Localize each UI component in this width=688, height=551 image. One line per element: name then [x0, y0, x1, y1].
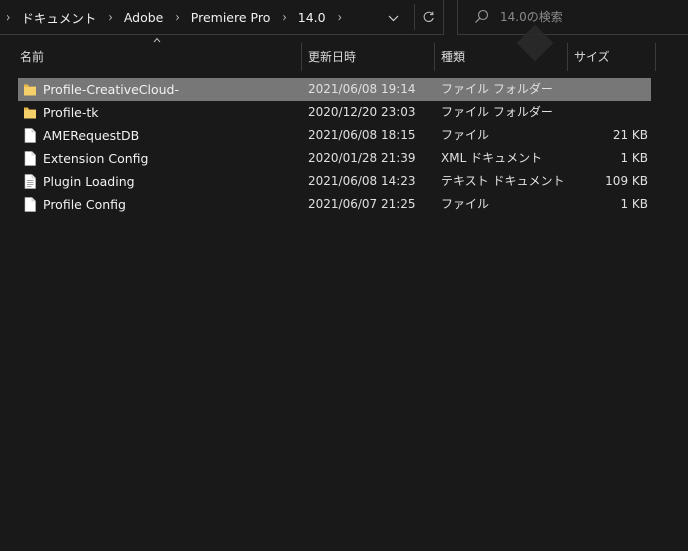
file-size: 21 KB	[612, 128, 648, 142]
breadcrumb: › ドキュメント › Adobe › Premiere Pro › 14.0 ›	[0, 0, 351, 34]
file-name: AMERequestDB	[43, 128, 140, 143]
file-name: Extension Config	[43, 151, 149, 166]
folder-icon	[24, 84, 36, 96]
file-type: ファイル フォルダー	[441, 105, 553, 119]
file-row[interactable]: Profile Config 2021/06/07 21:25 ファイル 1 K…	[18, 193, 651, 216]
search-box[interactable]	[457, 0, 688, 35]
refresh-icon	[423, 11, 434, 22]
column-divider[interactable]	[434, 43, 435, 71]
breadcrumb-documents[interactable]: ドキュメント	[19, 8, 98, 27]
file-name: Profile-tk	[43, 105, 99, 120]
file-icon	[24, 151, 36, 166]
file-date: 2021/06/08 19:14	[308, 82, 416, 96]
breadcrumb-premiere-pro[interactable]: Premiere Pro	[189, 10, 273, 25]
top-bar: › ドキュメント › Adobe › Premiere Pro › 14.0 ›	[0, 0, 688, 36]
file-row[interactable]: Plugin Loading 2021/06/08 14:23 テキスト ドキュ…	[18, 170, 651, 193]
search-icon	[475, 9, 489, 23]
search-input[interactable]	[500, 8, 670, 26]
address-bar[interactable]: › ドキュメント › Adobe › Premiere Pro › 14.0 ›	[0, 0, 444, 35]
chevron-right-icon[interactable]: ›	[165, 9, 188, 25]
file-name: Profile-CreativeCloud-	[43, 82, 179, 97]
column-size[interactable]: サイズ	[574, 41, 654, 71]
text-file-icon	[24, 174, 36, 189]
file-row[interactable]: Profile-tk 2020/12/20 23:03 ファイル フォルダー	[18, 101, 651, 124]
file-list: Profile-CreativeCloud- 2021/06/08 19:14 …	[18, 78, 651, 216]
folder-icon	[24, 107, 36, 119]
file-type: XML ドキュメント	[441, 151, 543, 165]
file-date: 2020/01/28 21:39	[308, 151, 416, 165]
file-date: 2021/06/08 14:23	[308, 174, 416, 188]
file-row[interactable]: Profile-CreativeCloud- 2021/06/08 19:14 …	[18, 78, 651, 101]
file-type: ファイル	[441, 128, 490, 142]
column-divider[interactable]	[567, 43, 568, 71]
refresh-button[interactable]	[414, 4, 442, 30]
chevron-right-icon[interactable]: ›	[272, 9, 295, 25]
column-size-label: サイズ	[574, 49, 610, 64]
file-type: テキスト ドキュメント	[441, 174, 565, 188]
column-name-label: 名前	[20, 49, 45, 64]
file-row[interactable]: AMERequestDB 2021/06/08 18:15 ファイル 21 KB	[18, 124, 651, 147]
column-type-label: 種類	[441, 49, 466, 64]
file-date: 2020/12/20 23:03	[308, 105, 416, 119]
chevron-down-icon	[388, 15, 398, 21]
chevron-right-icon[interactable]: ›	[98, 9, 121, 25]
file-icon	[24, 128, 36, 143]
breadcrumb-adobe[interactable]: Adobe	[122, 10, 166, 25]
breadcrumb-14-0[interactable]: 14.0	[296, 10, 328, 25]
column-date-label: 更新日時	[308, 49, 357, 64]
file-size: 1 KB	[620, 151, 648, 165]
file-date: 2021/06/07 21:25	[308, 197, 416, 211]
file-name: Plugin Loading	[43, 174, 135, 189]
file-row[interactable]: Extension Config 2020/01/28 21:39 XML ドキ…	[18, 147, 651, 170]
file-date: 2021/06/08 18:15	[308, 128, 416, 142]
file-name: Profile Config	[43, 197, 126, 212]
chevron-right-icon[interactable]: ›	[328, 9, 351, 25]
address-history-button[interactable]	[382, 8, 404, 28]
column-header: 名前 更新日時 種類 サイズ	[0, 37, 688, 71]
file-type: ファイル フォルダー	[441, 82, 553, 96]
column-divider[interactable]	[301, 43, 302, 71]
file-icon	[24, 197, 36, 212]
column-name[interactable]: 名前	[20, 41, 300, 71]
column-divider[interactable]	[655, 43, 656, 71]
file-size: 109 KB	[605, 174, 648, 188]
file-type: ファイル	[441, 197, 490, 211]
column-date[interactable]: 更新日時	[308, 41, 433, 71]
chevron-right-icon[interactable]: ›	[0, 9, 19, 25]
file-size: 1 KB	[620, 197, 648, 211]
